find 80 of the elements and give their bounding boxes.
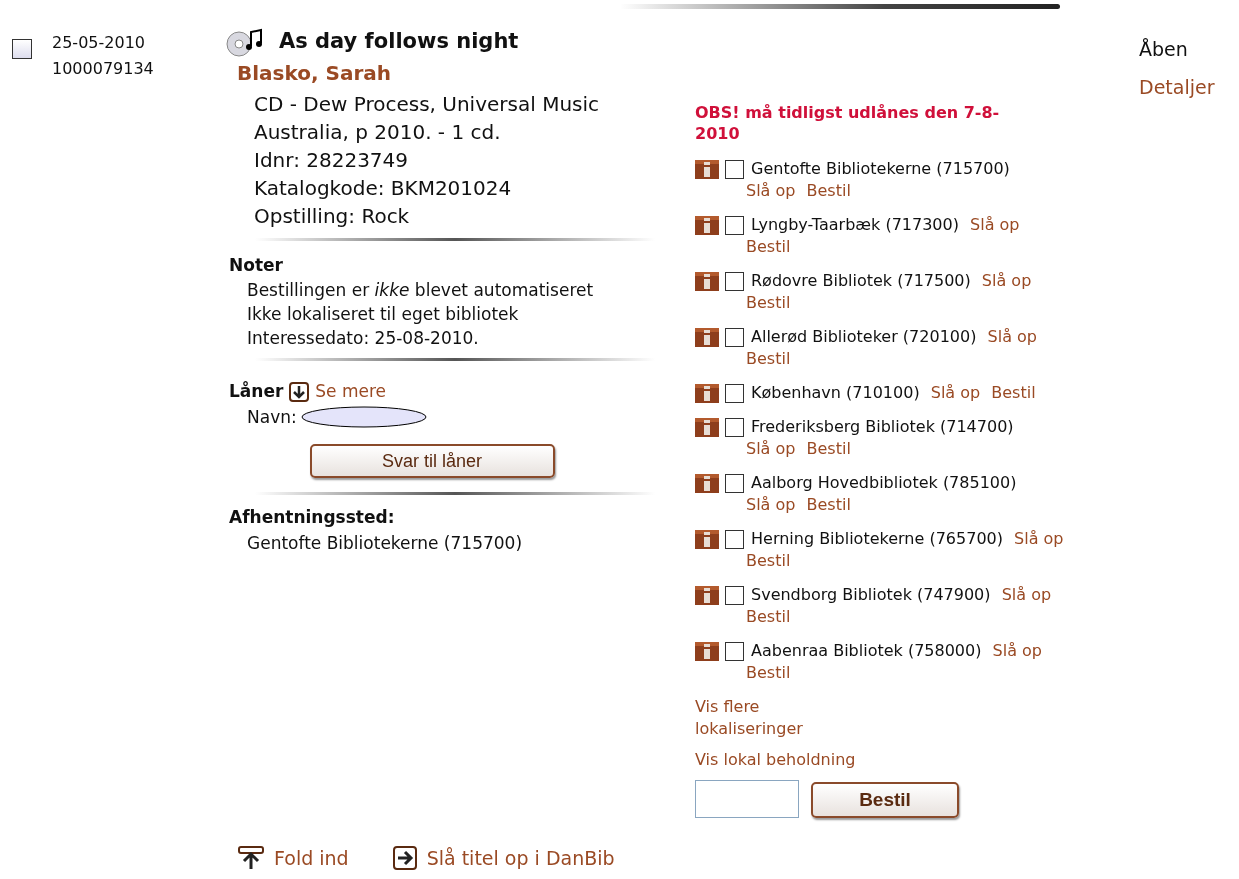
order-link[interactable]: Bestil	[806, 181, 851, 200]
library-name: Lyngby-Taarbæk (717300)	[751, 215, 959, 234]
info-icon[interactable]	[695, 474, 719, 493]
order-button[interactable]: Bestil	[811, 782, 959, 818]
order-link[interactable]: Bestil	[746, 663, 791, 682]
order-link[interactable]: Bestil	[806, 439, 851, 458]
section-heading: Noter	[229, 253, 284, 277]
library-name: Herning Bibliotekerne (765700)	[751, 529, 1003, 548]
quantity-field[interactable]	[695, 780, 799, 818]
lookup-link[interactable]: Slå op	[987, 327, 1037, 346]
lookup-link[interactable]: Slå op	[992, 641, 1042, 660]
cd-music-icon	[225, 27, 265, 58]
see-more-link[interactable]: Se mere	[315, 379, 387, 405]
lookup-link[interactable]: Slå op	[1001, 585, 1052, 604]
order-link[interactable]: Bestil	[991, 383, 1036, 402]
order-link[interactable]: Bestil	[746, 607, 791, 626]
section-heading: Låner	[229, 380, 284, 403]
checkbox[interactable]	[725, 160, 744, 179]
checkbox[interactable]	[725, 384, 744, 403]
lookup-link[interactable]: Slå op	[746, 439, 796, 458]
record-detail: CD - Dew Process, Universal Music Australia, p 2010. - 1 cd.	[254, 90, 601, 146]
info-icon[interactable]	[695, 642, 719, 661]
order-number: 1000079134	[52, 58, 154, 80]
order-link[interactable]: Bestil	[746, 293, 791, 312]
record-detail: Idnr: 28223749	[254, 146, 410, 174]
checkbox[interactable]	[725, 586, 744, 605]
order-link[interactable]: Bestil	[806, 495, 851, 514]
lookup-link[interactable]: Slå op	[1014, 529, 1064, 548]
record-detail: Opstilling: Rock	[254, 202, 411, 230]
checkbox[interactable]	[725, 474, 744, 493]
local-holdings-link[interactable]: Vis lokal beholdning	[695, 748, 1067, 772]
checkbox[interactable]	[725, 272, 744, 291]
note-text: Interessedato: 25-08-2010.	[247, 327, 480, 350]
info-icon[interactable]	[695, 160, 719, 179]
availability-notice: OBS! må tidligst udlånes den 7-8-2010	[695, 102, 1001, 144]
checkbox[interactable]	[725, 418, 744, 437]
library-name: Rødovre Bibliotek (717500)	[751, 271, 971, 290]
checkbox[interactable]	[725, 216, 744, 235]
order-link[interactable]: Bestil	[746, 349, 791, 368]
checkbox[interactable]	[725, 530, 744, 549]
info-icon[interactable]	[695, 384, 719, 403]
reply-button[interactable]: Svar til låner	[309, 444, 555, 478]
info-icon[interactable]	[695, 586, 719, 605]
library-name: Aabenraa Bibliotek (758000)	[751, 641, 982, 660]
info-icon[interactable]	[695, 328, 719, 347]
order-date: 25-05-2010	[52, 32, 146, 54]
collapse-link[interactable]: Fold ind	[274, 844, 349, 873]
record-author[interactable]: Blasko, Sarah	[225, 57, 695, 88]
lookup-link[interactable]: Slå op	[746, 495, 796, 514]
record-title: As day follows night	[279, 28, 519, 55]
order-link[interactable]: Bestil	[746, 237, 791, 256]
details-link[interactable]: Detaljer	[1139, 68, 1215, 106]
library-name: Aalborg Hovedbibliotek (785100)	[751, 473, 1017, 492]
library-name: Svendborg Bibliotek (747900)	[751, 585, 991, 604]
lookup-link[interactable]: Slå op	[970, 215, 1020, 234]
danbib-lookup-link[interactable]: Slå titel op i DanBib	[426, 844, 615, 873]
section-heading: Afhentningssted:	[229, 506, 396, 529]
checkbox[interactable]	[725, 328, 744, 347]
status-text: Åben	[1139, 37, 1189, 62]
library-name: Frederiksberg Bibliotek (714700)	[751, 417, 1014, 436]
pickup-location: Gentofte Bibliotekerne (715700)	[246, 531, 524, 555]
lookup-link[interactable]: Slå op	[746, 181, 796, 200]
info-icon[interactable]	[695, 418, 719, 437]
collapse-up-icon[interactable]	[238, 846, 264, 871]
info-icon[interactable]	[695, 216, 719, 235]
more-locations-link[interactable]: Vis flere lokaliseringer	[695, 696, 855, 740]
info-icon[interactable]	[695, 272, 719, 291]
record-detail: Katalogkode: BKM201024	[254, 174, 513, 202]
order-link[interactable]: Bestil	[746, 551, 791, 570]
lookup-link[interactable]: Slå op	[981, 271, 1032, 290]
lookup-link[interactable]: Slå op	[930, 383, 981, 402]
library-name: Allerød Biblioteker (720100)	[751, 327, 977, 346]
checkbox[interactable]	[725, 642, 744, 661]
note-text: Ikke lokaliseret til eget bibliotek	[247, 303, 520, 326]
note-text: Bestillingen er ikke blevet automatiseret	[247, 279, 595, 302]
info-icon[interactable]	[695, 530, 719, 549]
library-name: Gentofte Bibliotekerne (715700)	[751, 159, 1010, 178]
library-name: København (710100)	[751, 383, 920, 402]
checkbox[interactable]	[12, 38, 32, 59]
name-label: Navn:	[247, 405, 297, 429]
